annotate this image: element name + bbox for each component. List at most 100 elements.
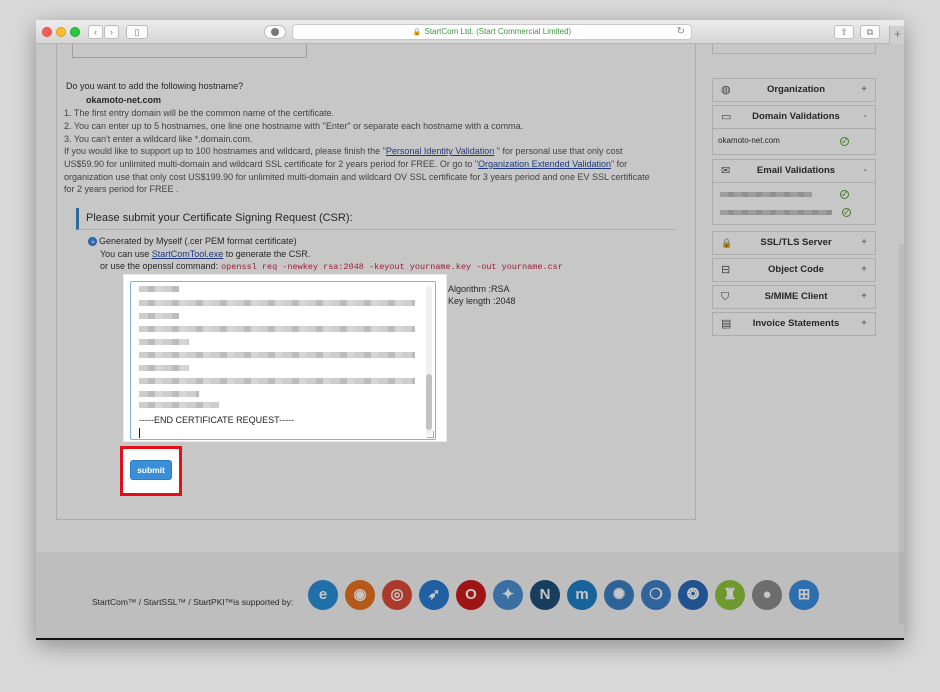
csr-scrollbar-thumb[interactable] [426,374,432,430]
use-tool-text: You can use StartComTool.exe to generate… [100,249,311,259]
sidebar-item-organization[interactable]: ◍ Organization + [712,78,876,102]
forward-button[interactable]: › [104,25,119,39]
www-icon: ▭ [721,111,732,123]
redacted-csr-line [139,313,179,319]
konqueror-icon: ✦ [493,580,523,610]
sidebar-item-smime-client[interactable]: ⛉ S/MIME Client + [712,285,876,309]
expand-icon[interactable]: + [861,232,867,254]
rule-3: 3. You can't enter a wildcard like *.dom… [64,134,253,144]
netscape-icon: N [530,580,560,610]
minimize-window-button[interactable] [56,27,66,37]
submit-button[interactable]: submit [130,460,172,480]
redacted-csr-line [139,391,199,397]
key-length-label: Key length :2048 [448,296,516,306]
openssl-command: openssl req -newkey rsa:2048 -keyout you… [221,262,563,272]
domain-entry: okamoto-net.com [718,136,780,145]
check-icon: ✓ [840,189,849,199]
redacted-csr-line [139,365,189,371]
organization-extended-validation-link[interactable]: Organization Extended Validation [478,159,611,169]
generated-myself-radio[interactable] [88,237,97,246]
csr-heading: Please submit your Certificate Signing R… [76,208,676,230]
code-lock-icon: ⊟ [721,264,731,276]
sidebar-item-domain-validations[interactable]: ▭ Domain Validations - [712,105,876,129]
shield-check-icon: ⛉ [721,291,730,303]
share-icon: ⇧ [840,27,848,37]
hostname-question: Do you want to add the following hostnam… [66,81,244,91]
collapse-icon[interactable]: - [864,106,867,128]
windows-icon: ⊞ [789,580,819,610]
forward-icon: › [110,27,113,37]
csr-scrollbar[interactable] [426,286,432,436]
csr-highlight-panel: -----END CERTIFICATE REQUEST----- [124,275,446,441]
check-icon: ✓ [842,207,851,217]
expand-icon[interactable]: + [861,313,867,335]
redacted-csr-line [139,300,415,306]
support-line-3: organization use that only cost US$199.9… [64,172,650,182]
window-scrollbar[interactable] [899,244,904,624]
algorithm-label: Algorithm :RSA [448,284,510,294]
site-icon [271,28,279,36]
flock-icon: ❍ [641,580,671,610]
url-text: StartCom Ltd. (Start Commercial Limited) [424,27,572,36]
footer-bar [36,638,904,640]
support-line-1: If you would like to support up to 100 h… [64,146,623,156]
support-line-4: for 2 years period for FREE . [64,184,179,194]
invoice-icon: ▤ [721,318,732,330]
page-content: Do you want to add the following hostnam… [36,44,904,640]
maxthon-icon: m [567,580,597,610]
opera-icon: O [456,580,486,610]
sidebar-item-ssl-tls-server[interactable]: 🔒 SSL/TLS Server + [712,231,876,255]
redacted-csr-line [139,286,179,292]
safari-icon: ➶ [419,580,449,610]
site-icon-button[interactable] [264,25,286,39]
support-line-2: US$59.90 for unlimited multi-domain and … [64,159,628,169]
check-icon: ✓ [840,136,849,146]
personal-identity-validation-link[interactable]: Personal Identity Validation [386,146,494,156]
share-button[interactable]: ⇧ [834,25,854,39]
expand-icon[interactable]: + [861,286,867,308]
tabs-button[interactable]: ⧉ [860,25,880,39]
zoom-window-button[interactable] [70,27,80,37]
sidebar-toggle-button[interactable]: ▯ [126,25,148,39]
sidebar-item-object-code[interactable]: ⊟ Object Code + [712,258,876,282]
openssl-text: or use the openssl command: openssl req -… [100,261,563,272]
generated-myself-label: Generated by Myself (.cer PEM format cer… [99,236,297,246]
expand-icon[interactable]: + [861,79,867,101]
hostname-value: okamoto-net.com [86,95,162,105]
redacted-csr-line [139,326,415,332]
browser-window: ‹ › ▯ 🔒 StartCom Ltd. (Start Commercial L… [36,20,904,640]
domain-validations-list: okamoto-net.com ✓ [712,129,876,155]
sidebar-item-email-validations[interactable]: ✉ Email Validations - [712,159,876,183]
redacted-email [720,210,832,215]
reload-icon[interactable]: ↻ [677,25,685,39]
rule-1: 1. The first entry domain will be the co… [64,108,334,118]
submit-highlight: submit [120,446,182,496]
close-window-button[interactable] [42,27,52,37]
seamonkey-icon: ✺ [604,580,634,610]
redacted-csr-line [139,378,415,384]
expand-icon[interactable]: + [861,259,867,281]
address-bar[interactable]: 🔒 StartCom Ltd. (Start Commercial Limited… [292,24,692,40]
back-button[interactable]: ‹ [88,25,103,39]
title-bar: ‹ › ▯ 🔒 StartCom Ltd. (Start Commercial L… [36,20,904,44]
hostname-textarea[interactable] [72,44,307,58]
envelope-icon: ✉ [721,165,731,177]
apple-icon: ● [752,580,782,610]
csr-textarea[interactable]: -----END CERTIFICATE REQUEST----- [130,281,436,440]
resize-handle-icon[interactable] [427,431,434,438]
collapse-icon[interactable]: - [864,160,867,182]
sidebar-icon: ▯ [134,27,140,37]
android-icon: ♜ [715,580,745,610]
csr-end-line: -----END CERTIFICATE REQUEST----- [139,415,295,425]
email-validations-list: ✓ ✓ [712,183,876,225]
redacted-csr-line [139,339,189,345]
chrome-icon: ◎ [382,580,412,610]
sidebar-item-invoice-statements[interactable]: ▤ Invoice Statements + [712,312,876,336]
ie-icon: e [308,580,338,610]
rule-2: 2. You can enter up to 5 hostnames, one … [64,121,524,131]
startcomtool-link[interactable]: StartComTool.exe [152,249,224,259]
globe-icon: ◍ [721,84,731,96]
new-tab-button[interactable]: + [889,26,904,44]
redacted-csr-line [139,402,219,408]
sidebar-top-edge [712,44,876,54]
